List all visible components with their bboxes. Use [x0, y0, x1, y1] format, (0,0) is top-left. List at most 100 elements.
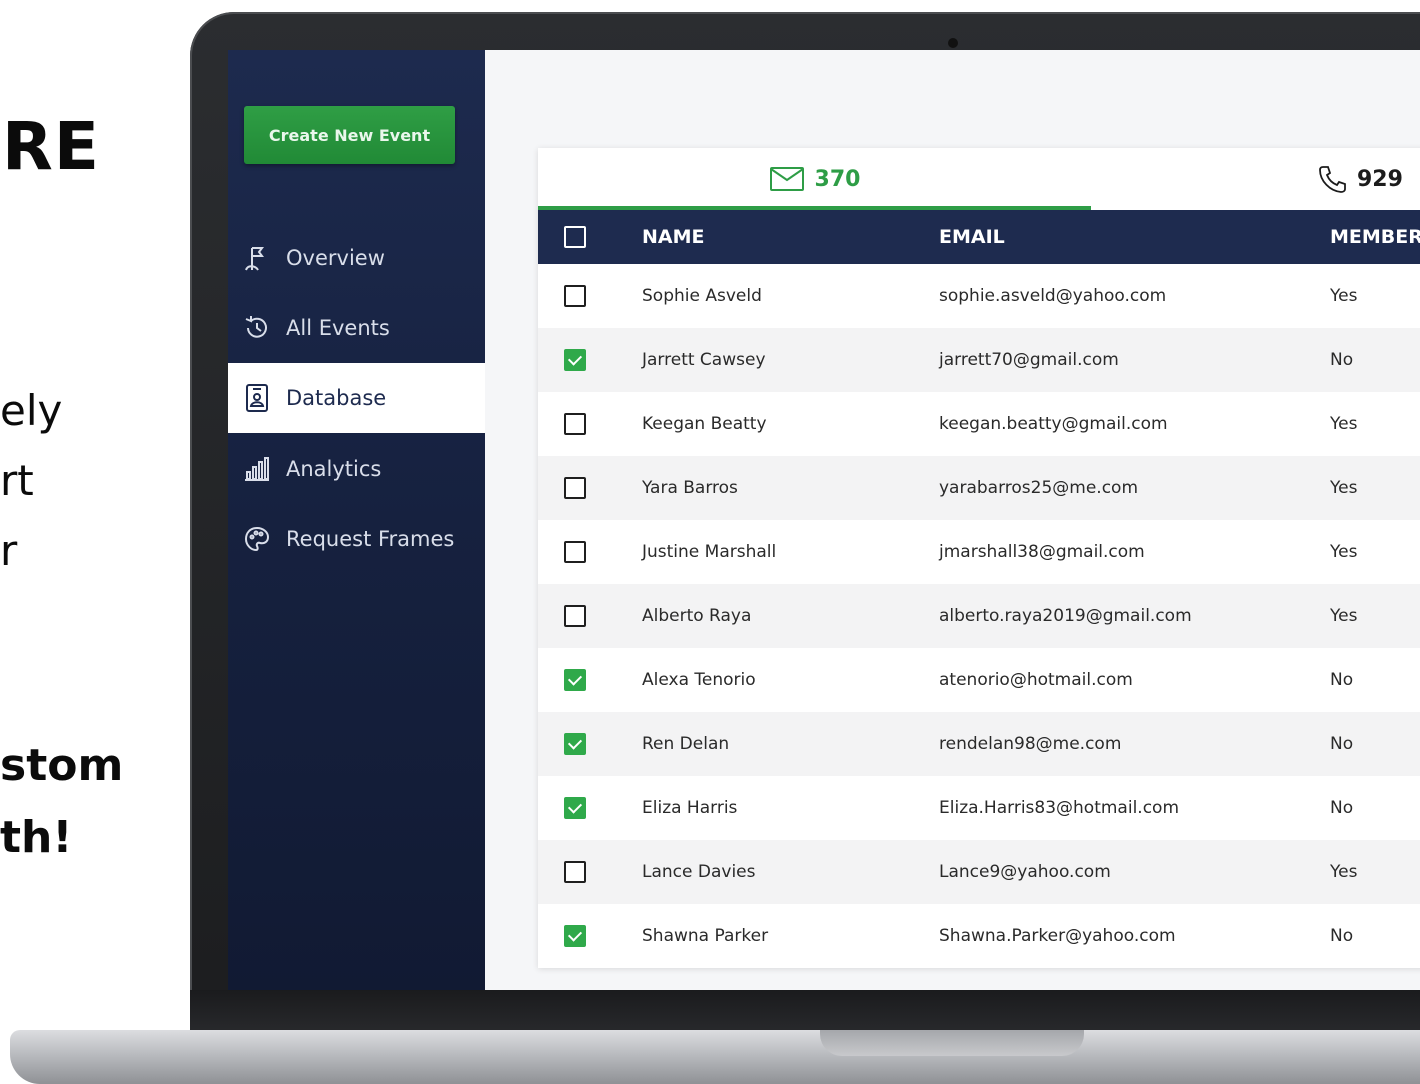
- cell-member: Yes: [1330, 606, 1358, 626]
- column-header-email[interactable]: EMAIL: [939, 210, 1005, 264]
- cell-email: Shawna.Parker@yahoo.com: [939, 926, 1176, 946]
- cell-name: Alberto Raya: [642, 606, 752, 626]
- table-row[interactable]: Shawna Parker Shawna.Parker@yahoo.com No: [538, 904, 1420, 968]
- row-select-cell: [564, 840, 586, 904]
- cell-email: sophie.asveld@yahoo.com: [939, 286, 1167, 306]
- cell-email: atenorio@hotmail.com: [939, 670, 1133, 690]
- row-select-cell: [564, 456, 586, 520]
- row-checkbox[interactable]: [564, 477, 586, 499]
- row-select-cell: [564, 520, 586, 584]
- row-select-cell: [564, 776, 586, 840]
- table-row[interactable]: Yara Barros yarabarros25@me.com Yes: [538, 456, 1420, 520]
- phone-count: 929: [1357, 166, 1403, 192]
- cell-member: No: [1330, 734, 1354, 754]
- contact-card-icon: [242, 383, 272, 413]
- row-checkbox[interactable]: [564, 413, 586, 435]
- cell-member: No: [1330, 926, 1354, 946]
- table-row[interactable]: Ren Delan rendelan98@me.com No: [538, 712, 1420, 776]
- row-checkbox[interactable]: [564, 733, 586, 755]
- cell-email: jarrett70@gmail.com: [939, 350, 1119, 370]
- tab-email[interactable]: 370: [538, 148, 1091, 210]
- app-screen: Create New Event Overview All Events Dat…: [228, 50, 1420, 990]
- promo-callout-line: th!: [0, 812, 73, 863]
- cell-member: Yes: [1330, 286, 1358, 306]
- row-checkbox[interactable]: [564, 797, 586, 819]
- tab-phone[interactable]: 929: [1091, 148, 1420, 210]
- sidebar-item-overview[interactable]: Overview: [228, 223, 485, 293]
- cell-name: Alexa Tenorio: [642, 670, 756, 690]
- sidebar-item-label: Overview: [286, 246, 385, 270]
- cell-email: yarabarros25@me.com: [939, 478, 1139, 498]
- promo-headline: RE: [2, 108, 100, 185]
- sidebar: Create New Event Overview All Events Dat…: [228, 50, 485, 990]
- cell-email: Eliza.Harris83@hotmail.com: [939, 798, 1180, 818]
- row-checkbox[interactable]: [564, 669, 586, 691]
- row-select-cell: [564, 712, 586, 776]
- table-row[interactable]: Sophie Asveld sophie.asveld@yahoo.com Yes: [538, 264, 1420, 328]
- cell-email: rendelan98@me.com: [939, 734, 1122, 754]
- cell-member: Yes: [1330, 862, 1358, 882]
- create-new-event-button[interactable]: Create New Event: [244, 106, 455, 164]
- row-checkbox[interactable]: [564, 285, 586, 307]
- email-count: 370: [814, 166, 861, 192]
- sidebar-item-label: Database: [286, 386, 387, 410]
- cell-name: Jarrett Cawsey: [642, 350, 766, 370]
- cell-member: No: [1330, 670, 1354, 690]
- select-all-checkbox[interactable]: [564, 226, 586, 248]
- contacts-card: 370 929 NAME EMAIL MEMBER Sophie Asveld s…: [538, 148, 1420, 968]
- cell-member: Yes: [1330, 414, 1358, 434]
- sidebar-item-database[interactable]: Database: [228, 363, 485, 433]
- row-checkbox[interactable]: [564, 925, 586, 947]
- table-row[interactable]: Lance Davies Lance9@yahoo.com Yes: [538, 840, 1420, 904]
- row-select-cell: [564, 584, 586, 648]
- table-row[interactable]: Keegan Beatty keegan.beatty@gmail.com Yes: [538, 392, 1420, 456]
- sidebar-item-all-events[interactable]: All Events: [228, 293, 485, 363]
- cell-name: Eliza Harris: [642, 798, 738, 818]
- cell-email: jmarshall38@gmail.com: [939, 542, 1145, 562]
- laptop-base: [10, 1030, 1420, 1084]
- cell-name: Keegan Beatty: [642, 414, 767, 434]
- sidebar-item-request-frames[interactable]: Request Frames: [228, 504, 485, 574]
- laptop-notch: [820, 1030, 1084, 1056]
- table-row[interactable]: Justine Marshall jmarshall38@gmail.com Yes: [538, 520, 1420, 584]
- row-checkbox[interactable]: [564, 349, 586, 371]
- cell-email: Lance9@yahoo.com: [939, 862, 1111, 882]
- sidebar-item-label: Analytics: [286, 457, 382, 481]
- cell-email: alberto.raya2019@gmail.com: [939, 606, 1192, 626]
- row-select-cell: [564, 392, 586, 456]
- table-row[interactable]: Eliza Harris Eliza.Harris83@hotmail.com No: [538, 776, 1420, 840]
- cell-member: Yes: [1330, 542, 1358, 562]
- table-header: NAME EMAIL MEMBER: [538, 210, 1420, 264]
- table-row[interactable]: Jarrett Cawsey jarrett70@gmail.com No: [538, 328, 1420, 392]
- envelope-icon: [769, 166, 805, 192]
- cell-name: Yara Barros: [642, 478, 738, 498]
- table-body: Sophie Asveld sophie.asveld@yahoo.com Yes J…: [538, 264, 1420, 968]
- row-checkbox[interactable]: [564, 861, 586, 883]
- camera-dot: [948, 38, 958, 48]
- select-all-cell: [564, 210, 586, 264]
- promo-callout-line: stom: [0, 740, 124, 791]
- promo-text-line: rt: [0, 456, 34, 505]
- row-select-cell: [564, 264, 586, 328]
- cell-name: Ren Delan: [642, 734, 730, 754]
- sidebar-item-label: All Events: [286, 316, 390, 340]
- history-icon: [242, 313, 272, 343]
- sidebar-item-analytics[interactable]: Analytics: [228, 434, 485, 504]
- cell-name: Justine Marshall: [642, 542, 777, 562]
- table-row[interactable]: Alberto Raya alberto.raya2019@gmail.com Ye…: [538, 584, 1420, 648]
- cell-member: No: [1330, 350, 1354, 370]
- row-checkbox[interactable]: [564, 605, 586, 627]
- row-checkbox[interactable]: [564, 541, 586, 563]
- column-header-member[interactable]: MEMBER: [1330, 210, 1420, 264]
- column-header-name[interactable]: NAME: [642, 210, 705, 264]
- cell-email: keegan.beatty@gmail.com: [939, 414, 1168, 434]
- promo-text-line: r: [0, 526, 18, 575]
- cell-member: Yes: [1330, 478, 1358, 498]
- cell-member: No: [1330, 798, 1354, 818]
- row-select-cell: [564, 328, 586, 392]
- flag-icon: [242, 243, 272, 273]
- table-row[interactable]: Alexa Tenorio atenorio@hotmail.com No: [538, 648, 1420, 712]
- contact-tabs: 370 929: [538, 148, 1420, 210]
- promo-text-line: ely: [0, 386, 63, 435]
- palette-icon: [242, 524, 272, 554]
